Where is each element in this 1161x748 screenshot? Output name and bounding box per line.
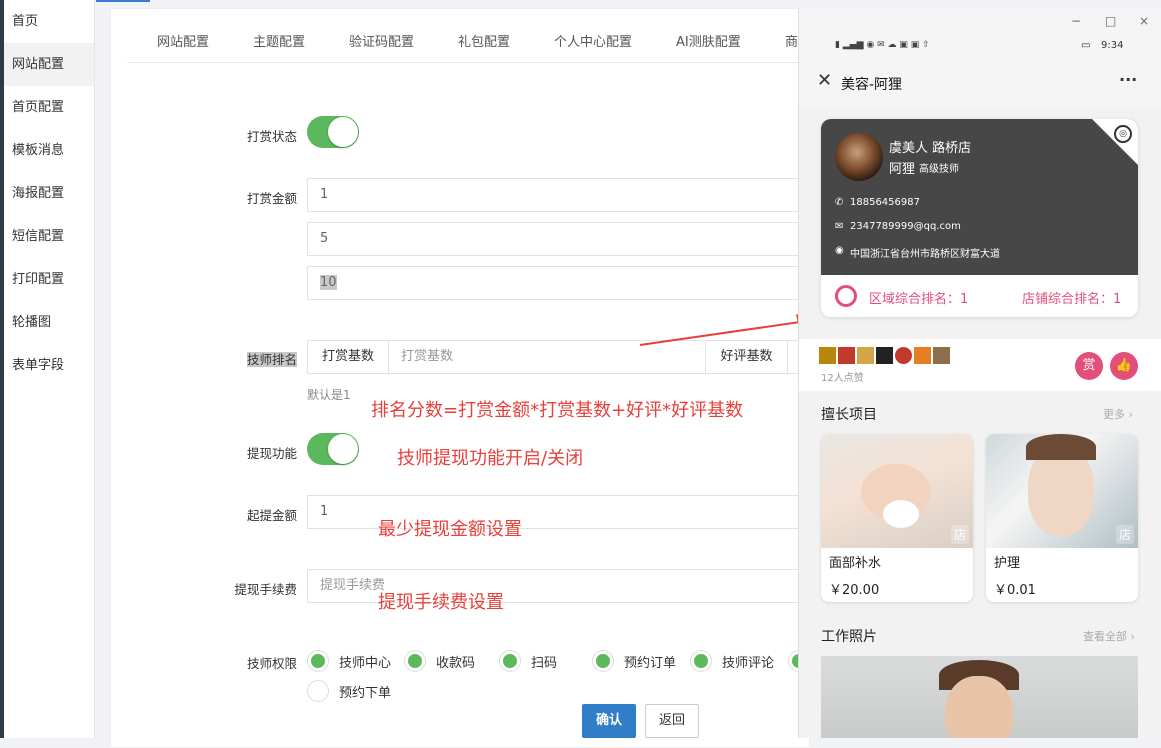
mail-icon: ✉ xyxy=(835,221,844,232)
service-name: 面部补水 xyxy=(829,556,882,571)
like-thumb-icon[interactable]: 👍 xyxy=(1110,352,1138,380)
liker-avatar xyxy=(914,347,931,364)
hair-shape xyxy=(1026,434,1096,460)
technician-address: 中国浙江省台州市路桥区财富大道 xyxy=(850,249,1000,260)
close-window-icon[interactable]: × xyxy=(1139,14,1149,28)
minimize-icon[interactable]: − xyxy=(1071,14,1081,28)
status-bar: ▮ ▂▄▆ ◉ ✉ ☁ ▣ ▣ ⇧ ▭ 9:34 xyxy=(799,36,1161,58)
service-name: 护理 xyxy=(994,556,1021,571)
technician-name: 阿狸 xyxy=(889,162,916,177)
likes-bar: 12人点赞 赏 👍 xyxy=(799,339,1161,391)
store-tag: 店 xyxy=(1115,525,1134,544)
status-time: 9:34 xyxy=(1101,40,1124,51)
liker-avatar xyxy=(895,347,912,364)
towel-shape xyxy=(883,500,919,528)
medal-icon xyxy=(835,285,857,307)
technician-avatar xyxy=(835,133,883,181)
service-price: ￥0.01 xyxy=(994,583,1036,598)
window-titlebar: − □ × xyxy=(799,8,1161,36)
badge-icon: ◎ xyxy=(1114,125,1132,143)
likes-count: 12人点赞 xyxy=(821,373,864,384)
service-image-care: 店 xyxy=(986,434,1138,548)
service-image-facial: 店 xyxy=(821,434,973,548)
signal-icons: ▮ ▂▄▆ ◉ ✉ ☁ ▣ ▣ ⇧ xyxy=(835,40,930,50)
technician-phone: 18856456987 xyxy=(850,197,920,208)
photos-title: 工作照片 xyxy=(821,629,877,645)
service-card[interactable]: 店 面部补水 ￥20.00 xyxy=(821,434,973,602)
phone-icon: ✆ xyxy=(835,197,844,208)
region-rank: 区域综合排名：1 xyxy=(869,292,969,307)
card-corner xyxy=(1092,119,1138,165)
battery-icon: ▭ xyxy=(1081,40,1091,51)
liker-avatar xyxy=(933,347,950,364)
service-price: ￥20.00 xyxy=(829,583,880,598)
skills-more-label: 更多 xyxy=(1103,408,1125,421)
close-icon[interactable]: ✕ xyxy=(817,70,832,91)
skills-more-link[interactable]: 更多 › xyxy=(1103,406,1133,422)
work-photo[interactable] xyxy=(821,656,1138,738)
card-header: ◎ 虞美人 路桥店 阿狸 高级技师 ✆ 18856456987 ✉ 234778… xyxy=(821,119,1138,275)
maximize-icon[interactable]: □ xyxy=(1105,14,1116,28)
liker-avatar xyxy=(857,347,874,364)
store-tag: 店 xyxy=(950,525,969,544)
location-icon: ◉ xyxy=(835,245,844,256)
liker-avatar xyxy=(876,347,893,364)
liker-avatar xyxy=(838,347,855,364)
photos-more-label: 查看全部 xyxy=(1083,630,1127,643)
photos-more-link[interactable]: 查看全部 › xyxy=(1083,628,1135,644)
store-rank: 店铺综合排名：1 xyxy=(1022,292,1122,307)
technician-level: 高级技师 xyxy=(919,164,959,175)
rank-row: 区域综合排名：1 店铺综合排名：1 xyxy=(821,275,1138,317)
store-name: 虞美人 路桥店 xyxy=(889,141,972,156)
liker-avatars xyxy=(819,347,952,368)
skills-title: 擅长项目 xyxy=(821,407,877,423)
mini-program-navbar: ✕ 美容-阿狸 ··· xyxy=(799,58,1161,108)
mobile-preview-window: − □ × ▮ ▂▄▆ ◉ ✉ ☁ ▣ ▣ ⇧ ▭ 9:34 ✕ 美容-阿狸 ·… xyxy=(798,8,1161,738)
more-menu-icon[interactable]: ··· xyxy=(1119,70,1137,89)
liker-avatar xyxy=(819,347,836,364)
technician-card: ◎ 虞美人 路桥店 阿狸 高级技师 ✆ 18856456987 ✉ 234778… xyxy=(821,119,1138,317)
service-card[interactable]: 店 护理 ￥0.01 xyxy=(986,434,1138,602)
face-shape xyxy=(945,676,1013,738)
reward-button[interactable]: 赏 xyxy=(1075,352,1103,380)
page-title: 美容-阿狸 xyxy=(841,77,903,93)
technician-email: 2347789999@qq.com xyxy=(850,221,961,232)
